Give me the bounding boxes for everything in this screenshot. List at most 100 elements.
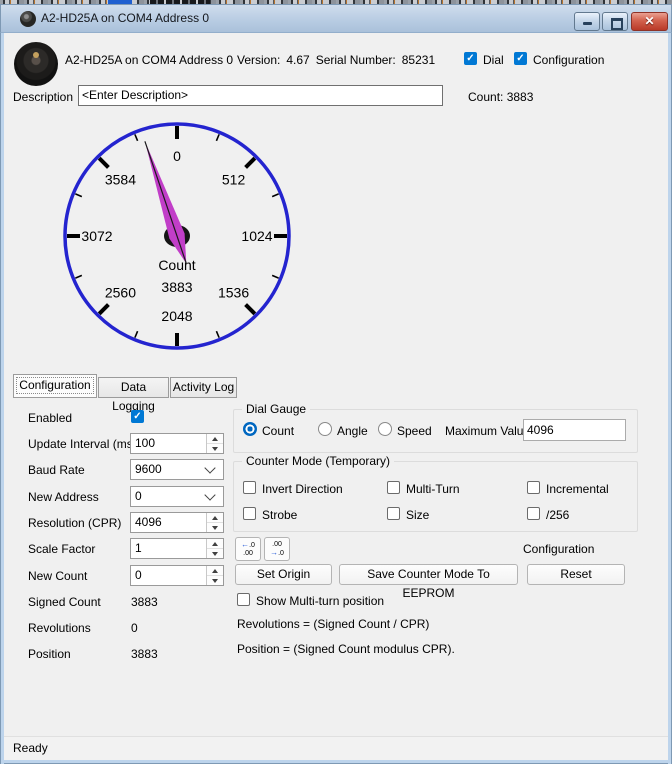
spin-down-icon	[212, 552, 218, 556]
header-count: Count: 3883	[468, 89, 533, 105]
radio-count[interactable]	[243, 422, 257, 436]
spin-up-icon	[212, 569, 218, 573]
multi-turn-label: Multi-Turn	[406, 481, 460, 497]
update-interval-label: Update Interval (ms)	[28, 436, 137, 452]
tab-activity-log[interactable]: Activity Log	[170, 377, 237, 398]
baud-rate-label: Baud Rate	[28, 462, 85, 478]
dial-checkbox[interactable]	[464, 52, 477, 65]
device-title: A2-HD25A on COM4 Address 0	[65, 52, 233, 68]
new-address-label: New Address	[28, 489, 99, 505]
title-bar[interactable]: A2-HD25A on COM4 Address 0 ✕	[0, 4, 672, 33]
invert-direction-label: Invert Direction	[262, 481, 343, 497]
scale-factor-value: 1	[131, 539, 206, 558]
dial-minor-tick	[272, 275, 278, 278]
spin-up-icon	[212, 542, 218, 546]
baud-rate-value: 9600	[131, 460, 206, 479]
dial-major-tick	[246, 305, 255, 314]
window-icon	[20, 11, 36, 27]
set-origin-button[interactable]: Set Origin	[235, 564, 332, 585]
invert-direction-checkbox[interactable]	[243, 481, 256, 494]
new-address-dropdown[interactable]: 0	[130, 486, 224, 507]
dial-gauge: 0512102415362048256030723584Count3883	[55, 117, 300, 357]
radio-count-label: Count	[262, 423, 294, 439]
reset-button[interactable]: Reset	[527, 564, 625, 585]
configuration-checkbox-label: Configuration	[533, 52, 604, 68]
size-checkbox[interactable]	[387, 507, 400, 520]
new-count-label: New Count	[28, 568, 87, 584]
dial-tick-label: 1024	[241, 228, 272, 244]
new-count-spinner[interactable]	[206, 566, 223, 585]
revolutions-label: Revolutions	[28, 620, 91, 636]
close-button[interactable]: ✕	[631, 12, 668, 31]
minimize-icon	[583, 22, 592, 25]
div256-checkbox[interactable]	[527, 507, 540, 520]
status-bar: Ready	[4, 736, 668, 760]
maximum-value-label: Maximum Value	[445, 423, 530, 439]
resolution-input[interactable]: 4096	[130, 512, 224, 533]
tab-activity-log-label: Activity Log	[171, 378, 236, 397]
enabled-checkbox[interactable]	[131, 410, 144, 423]
new-count-input[interactable]: 0	[130, 565, 224, 586]
incremental-checkbox[interactable]	[527, 481, 540, 494]
window-title: A2-HD25A on COM4 Address 0	[41, 5, 209, 32]
position-label: Position	[28, 646, 71, 662]
set-origin-label: Set Origin	[236, 565, 331, 584]
maximum-value-input[interactable]: 4096	[523, 419, 626, 441]
resolution-spinner[interactable]	[206, 513, 223, 532]
save-eeprom-button[interactable]: Save Counter Mode To EEPROM	[339, 564, 518, 585]
description-input[interactable]: <Enter Description>	[78, 85, 443, 106]
scale-factor-input[interactable]: 1	[130, 538, 224, 559]
dial-center-value: 3883	[161, 279, 192, 295]
radio-speed[interactable]	[378, 422, 392, 436]
decimal-increase-button[interactable]: .00 →.0	[264, 537, 290, 561]
version-value: 4.67	[286, 53, 309, 67]
position-value: 3883	[131, 646, 158, 662]
window-frame-left	[0, 33, 4, 764]
application-window: A2-HD25A on COM4 Address 0 ✕ A2-HD25A on…	[0, 0, 672, 764]
size-label: Size	[406, 507, 429, 523]
count-value: 3883	[507, 90, 534, 104]
count-label: Count:	[468, 90, 503, 104]
spin-up-icon	[212, 516, 218, 520]
strobe-checkbox[interactable]	[243, 507, 256, 520]
spin-up-icon	[212, 437, 218, 441]
maximize-button[interactable]	[602, 12, 628, 31]
dial-major-tick	[246, 158, 255, 167]
window-frame-bottom	[4, 760, 668, 764]
baud-rate-dropdown[interactable]: 9600	[130, 459, 224, 480]
new-count-value: 0	[131, 566, 206, 585]
serial-value: 85231	[402, 53, 435, 67]
arrow-right-icon: →	[270, 548, 278, 557]
dial-tick-label: 0	[173, 148, 181, 164]
dial-tick-label: 512	[222, 171, 246, 187]
dial-major-tick	[99, 305, 108, 314]
decimal-decrease-button[interactable]: ←.0 .00	[235, 537, 261, 561]
update-interval-spinner[interactable]	[206, 434, 223, 453]
tab-configuration[interactable]: Configuration	[13, 374, 97, 398]
reset-label: Reset	[528, 565, 624, 584]
radio-speed-label: Speed	[397, 423, 432, 439]
counter-mode-group-title: Counter Mode (Temporary)	[242, 454, 394, 468]
minimize-button[interactable]	[574, 12, 600, 31]
scale-factor-spinner[interactable]	[206, 539, 223, 558]
dial-tick-label: 3584	[105, 171, 136, 187]
maximize-icon	[611, 18, 623, 30]
revolutions-formula: Revolutions = (Signed Count / CPR)	[237, 616, 429, 632]
description-label: Description	[13, 89, 73, 105]
configuration-checkbox[interactable]	[514, 52, 527, 65]
new-address-value: 0	[131, 487, 206, 506]
tab-data-logging[interactable]: Data Logging	[98, 377, 169, 398]
dial-checkbox-label: Dial	[483, 52, 504, 68]
show-multiturn-checkbox[interactable]	[237, 593, 250, 606]
multi-turn-checkbox[interactable]	[387, 481, 400, 494]
update-interval-input[interactable]: 100	[130, 433, 224, 454]
chevron-down-icon	[204, 489, 215, 500]
revolutions-value: 0	[131, 620, 138, 636]
version-label: Version:	[237, 53, 280, 67]
dial-minor-tick	[272, 194, 278, 197]
spin-down-icon	[212, 579, 218, 583]
serial-label: Serial Number:	[316, 53, 396, 67]
position-formula: Position = (Signed Count modulus CPR).	[237, 641, 455, 657]
configuration-section-label: Configuration	[523, 541, 594, 557]
radio-angle[interactable]	[318, 422, 332, 436]
